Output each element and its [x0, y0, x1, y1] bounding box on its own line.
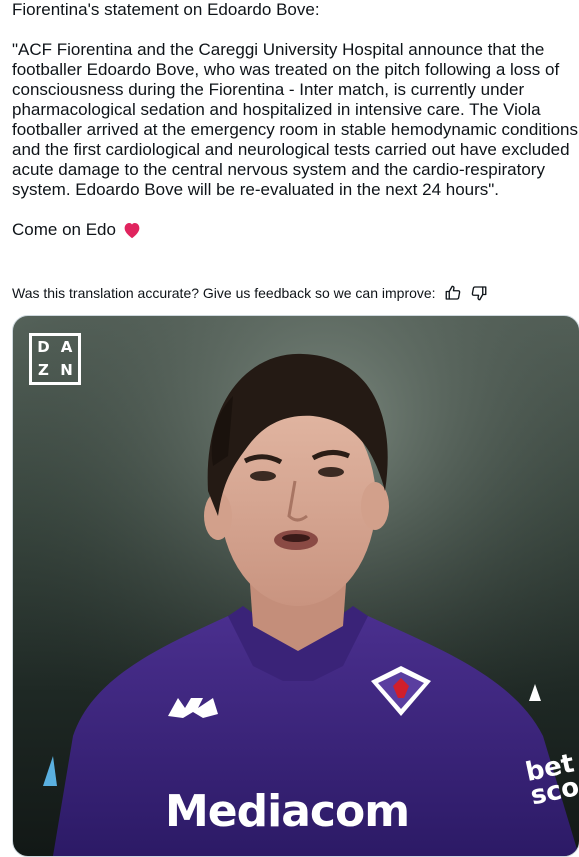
- dazn-logo: D A Z N: [29, 333, 81, 385]
- shirt-sponsor: Mediacom: [165, 786, 410, 837]
- translation-feedback: Was this translation accurate? Give us f…: [12, 284, 488, 302]
- logo-letter: A: [60, 338, 73, 356]
- sleeve-sponsor: bet sco: [522, 748, 579, 812]
- tweet-closing: Come on Edo: [12, 220, 578, 240]
- thumbs-up-icon[interactable]: [444, 284, 462, 302]
- heart-icon: [122, 221, 142, 239]
- tweet: Fiorentina's statement on Edoardo Bove: …: [0, 0, 579, 857]
- player-photo: [13, 316, 579, 856]
- tweet-media-photo[interactable]: D A Z N Mediacom bet sco: [12, 315, 579, 857]
- logo-letter: D: [37, 338, 50, 356]
- tweet-title-line: Fiorentina's statement on Edoardo Bove:: [12, 0, 320, 19]
- closing-text: Come on Edo: [12, 220, 116, 239]
- feedback-text: Was this translation accurate? Give us f…: [12, 285, 436, 301]
- logo-letter: Z: [38, 361, 49, 379]
- tweet-text: Fiorentina's statement on Edoardo Bove: …: [12, 0, 578, 240]
- thumbs-down-icon[interactable]: [470, 284, 488, 302]
- logo-letter: N: [60, 361, 73, 379]
- tweet-quote: "ACF Fiorentina and the Careggi Universi…: [12, 40, 579, 199]
